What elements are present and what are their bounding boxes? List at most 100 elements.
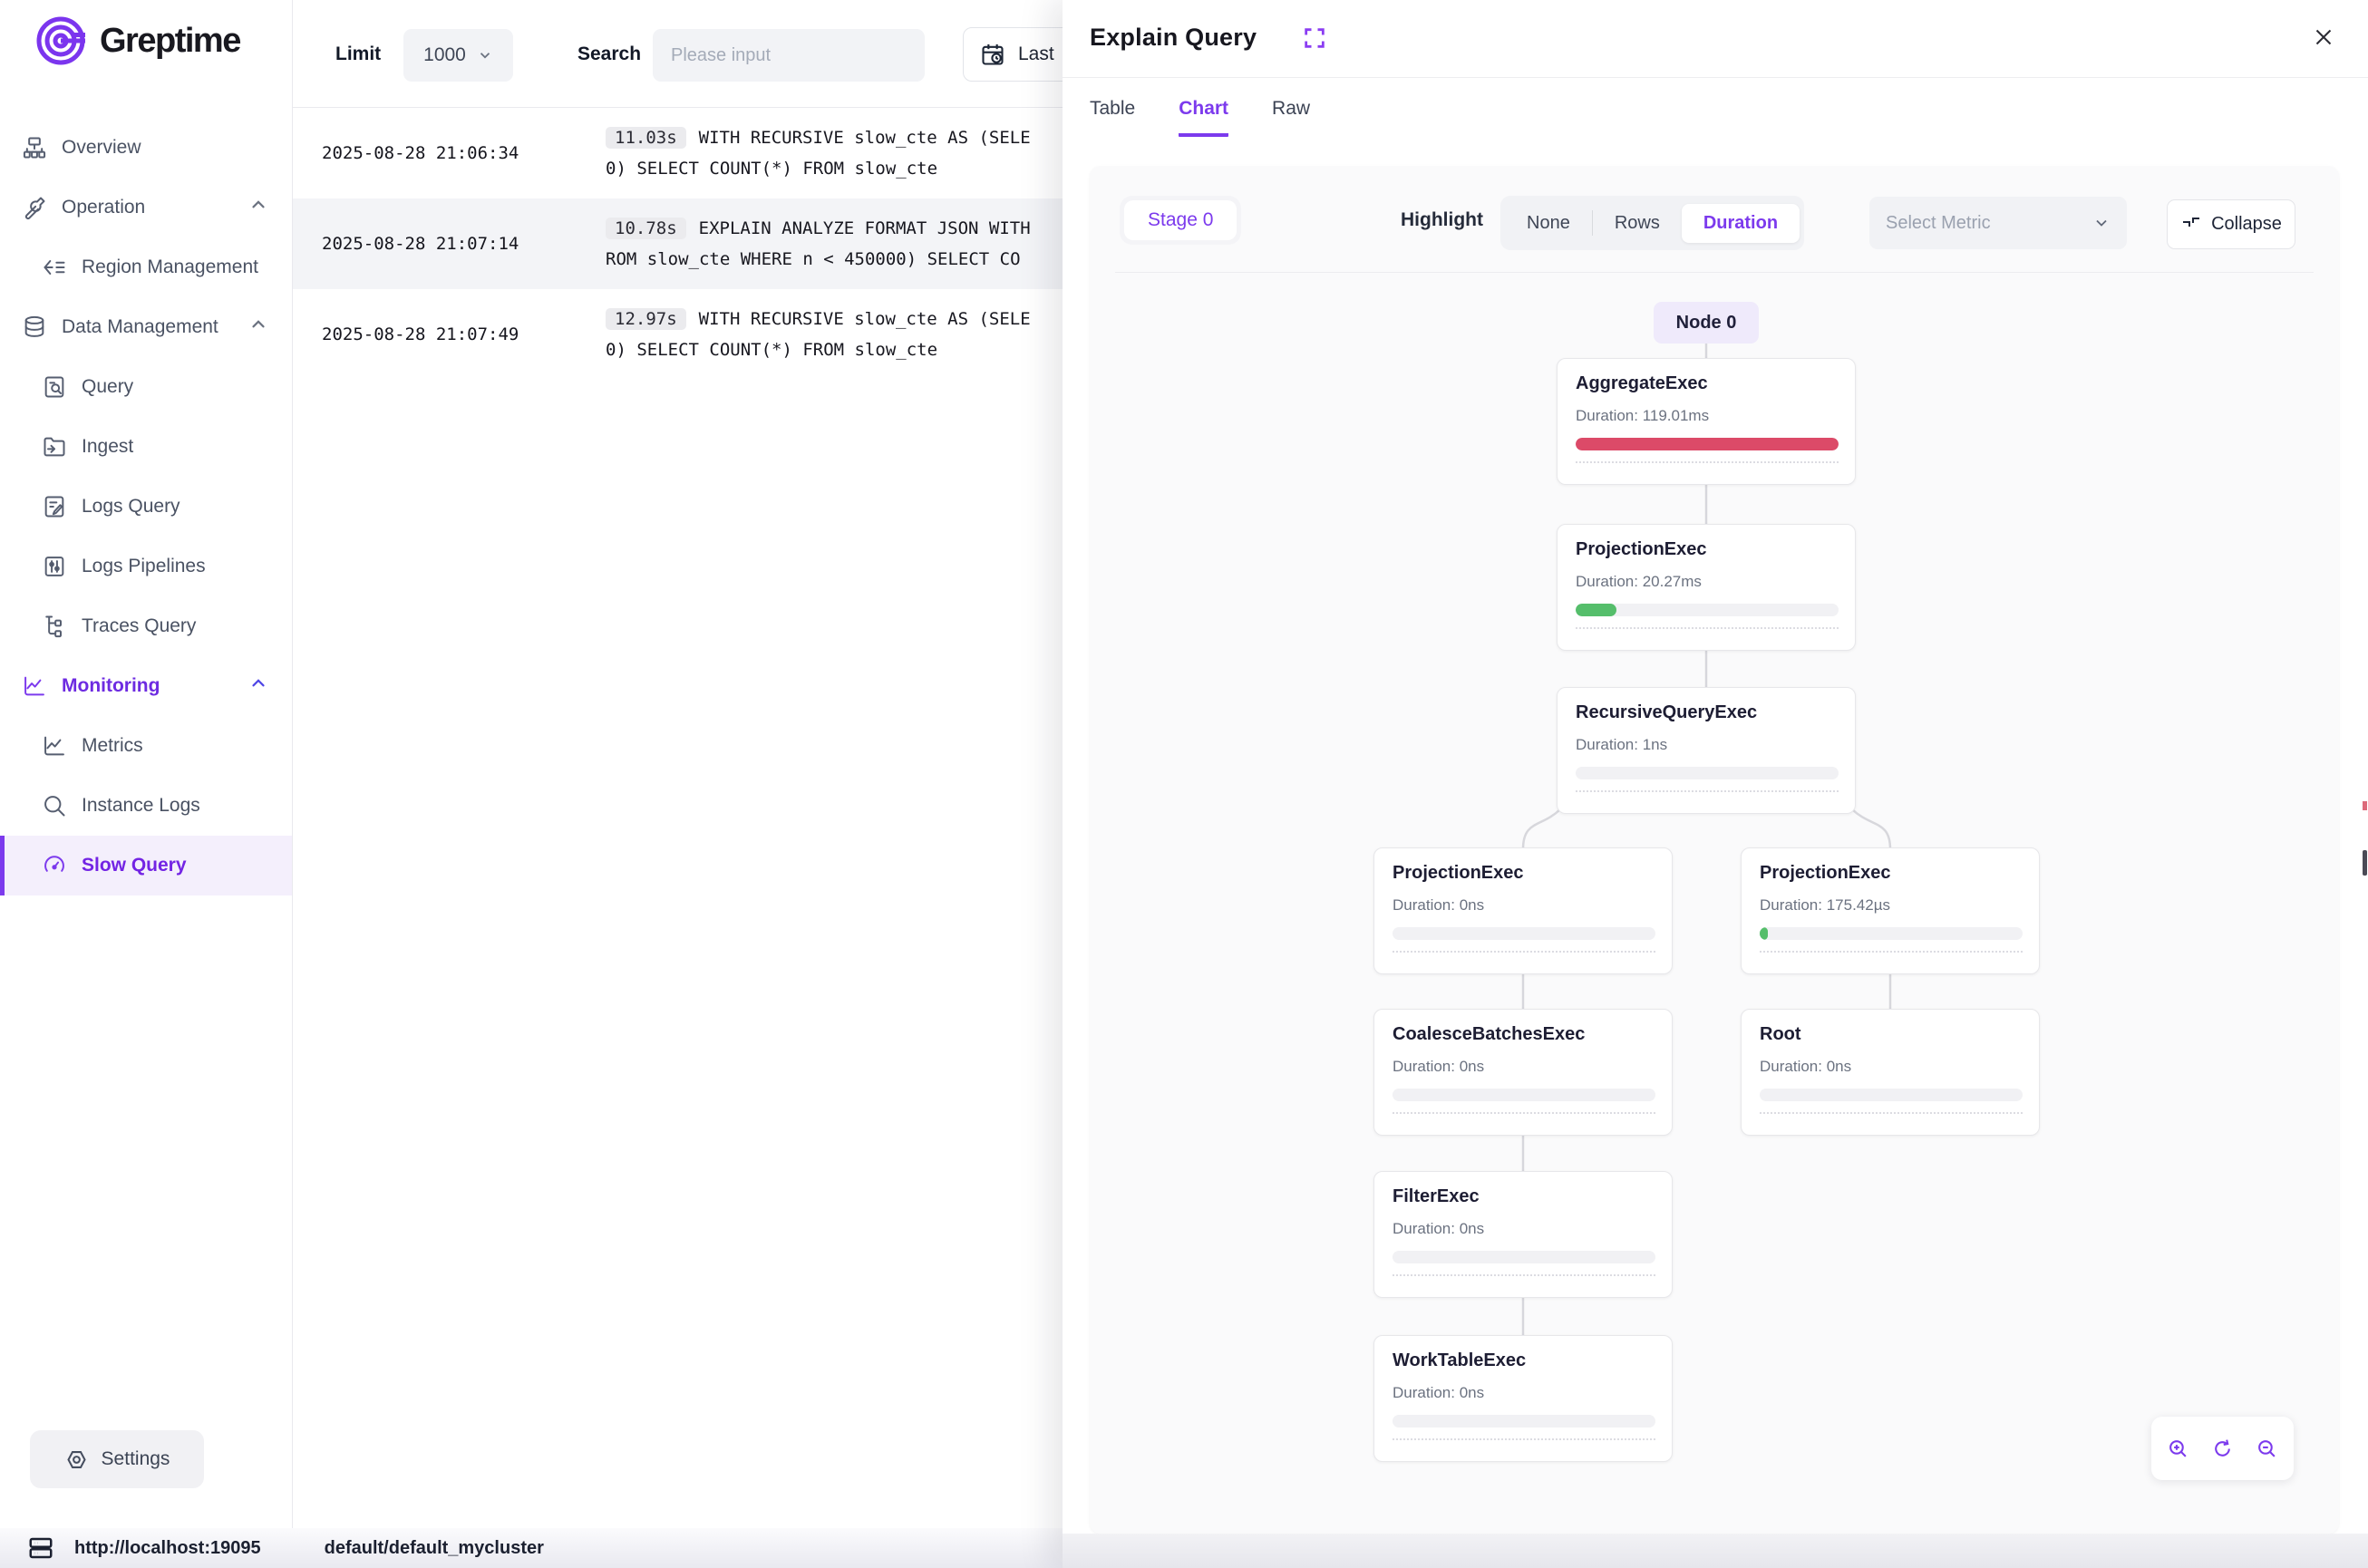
plan-node-worktableexec[interactable]: WorkTableExec Duration: 0ns bbox=[1373, 1335, 1673, 1462]
node-duration: Duration: 0ns bbox=[1393, 1384, 1484, 1402]
node-duration: Duration: 0ns bbox=[1393, 1058, 1484, 1076]
sidebar-item-query[interactable]: Query bbox=[0, 357, 292, 417]
search-input[interactable] bbox=[653, 29, 925, 82]
tab-raw[interactable]: Raw bbox=[1272, 98, 1310, 137]
plan-flow-canvas: Node 0 AggregateExec Duration: 119.01ms Pr… bbox=[1090, 166, 2339, 1534]
fullscreen-icon[interactable] bbox=[1302, 25, 1327, 55]
sidebar-item-label: Region Management bbox=[82, 256, 258, 278]
zoom-out-icon[interactable] bbox=[2256, 1437, 2278, 1460]
settings-button[interactable]: Settings bbox=[30, 1430, 204, 1488]
scrollbar-thumb[interactable] bbox=[2363, 850, 2367, 876]
sidebar-item-traces-query[interactable]: Traces Query bbox=[0, 596, 292, 656]
sidebar-item-data-management[interactable]: Data Management bbox=[0, 297, 292, 357]
sidebar-item-operation[interactable]: Operation bbox=[0, 178, 292, 237]
query-timestamp: 2025-08-28 21:07:49 bbox=[293, 324, 606, 344]
node-separator bbox=[1760, 1112, 2023, 1114]
plan-node-projectionexec[interactable]: ProjectionExec Duration: 20.27ms bbox=[1557, 524, 1856, 651]
logs-query-icon bbox=[42, 494, 67, 519]
gear-icon bbox=[64, 1447, 89, 1472]
sidebar-item-overview[interactable]: Overview bbox=[0, 118, 292, 178]
node-separator bbox=[1576, 461, 1839, 463]
sidebar-item-slow-query[interactable]: Slow Query bbox=[0, 836, 292, 895]
plan-node-filterexec[interactable]: FilterExecDuration: 0ns bbox=[1373, 1171, 1673, 1298]
calendar-clock-icon bbox=[980, 42, 1005, 67]
limit-label: Limit bbox=[335, 44, 381, 65]
sidebar-item-metrics[interactable]: Metrics bbox=[0, 716, 292, 776]
plan-node-projectionexec[interactable]: ProjectionExecDuration: 175.42µs bbox=[1741, 847, 2040, 974]
server-icon bbox=[27, 1534, 54, 1562]
duration-bar bbox=[1576, 438, 1839, 450]
plan-node-recursivequeryexec[interactable]: RecursiveQueryExecDuration: 1ns bbox=[1557, 687, 1856, 814]
sidebar-item-label: Metrics bbox=[82, 735, 143, 757]
tab-table[interactable]: Table bbox=[1090, 98, 1135, 137]
time-range-label: Last bbox=[1018, 44, 1054, 65]
node-separator bbox=[1393, 1112, 1655, 1114]
sidebar-item-label: Logs Pipelines bbox=[82, 556, 206, 577]
sidebar-item-label: Ingest bbox=[82, 436, 133, 458]
duration-bar bbox=[1393, 1089, 1655, 1101]
query-text: 12.97sWITH RECURSIVE slow_cte AS (SELE0)… bbox=[606, 304, 1031, 365]
reset-zoom-icon[interactable] bbox=[2211, 1437, 2234, 1460]
plan-node-root[interactable]: Root Duration: 0ns bbox=[1741, 1009, 2040, 1136]
sitemap-icon bbox=[22, 135, 47, 160]
sidebar-item-label: Slow Query bbox=[82, 855, 187, 876]
sidebar-item-ingest[interactable]: Ingest bbox=[0, 417, 292, 477]
greptime-logo-icon bbox=[34, 13, 91, 69]
traces-icon bbox=[42, 614, 67, 639]
query-timestamp: 2025-08-28 21:07:14 bbox=[293, 234, 606, 254]
node-separator bbox=[1393, 951, 1655, 953]
tab-chart[interactable]: Chart bbox=[1179, 98, 1228, 137]
limit-value: 1000 bbox=[423, 44, 466, 66]
limit-select[interactable]: 1000 bbox=[403, 29, 513, 82]
node-title: AggregateExec bbox=[1576, 373, 1708, 394]
database-name: default/default_mycluster bbox=[325, 1538, 544, 1559]
database-icon bbox=[22, 315, 47, 340]
duration-badge: 11.03s bbox=[606, 127, 686, 149]
chevron-up-icon bbox=[248, 315, 268, 340]
duration-badge: 10.78s bbox=[606, 218, 686, 239]
sidebar-item-logs-query[interactable]: Logs Query bbox=[0, 477, 292, 537]
drawer-header: Explain Query bbox=[1063, 0, 2368, 78]
node-title: Root bbox=[1760, 1024, 1801, 1045]
pipelines-icon bbox=[42, 554, 67, 579]
chevron-down-icon bbox=[477, 47, 493, 63]
plan-chart-card: Stage 0 Highlight NoneRowsDuration Selec… bbox=[1090, 166, 2339, 1534]
close-icon[interactable] bbox=[2310, 24, 2337, 55]
node-duration: Duration: 20.27ms bbox=[1576, 573, 1702, 591]
duration-bar bbox=[1393, 1415, 1655, 1428]
plan-node-aggregateexec[interactable]: AggregateExec Duration: 119.01ms bbox=[1557, 358, 1856, 485]
sidebar-item-logs-pipelines[interactable]: Logs Pipelines bbox=[0, 537, 292, 596]
chevron-up-icon bbox=[248, 673, 268, 699]
plan-node-projectionexec[interactable]: ProjectionExecDuration: 0ns bbox=[1373, 847, 1673, 974]
server-url: http://localhost:19095 bbox=[74, 1538, 261, 1559]
monitoring-icon bbox=[22, 673, 47, 699]
zoom-controls bbox=[2151, 1417, 2294, 1480]
query-text: 10.78sEXPLAIN ANALYZE FORMAT JSON WITHRO… bbox=[606, 213, 1031, 275]
sidebar-item-label: Logs Query bbox=[82, 496, 180, 518]
node-duration: Duration: 119.01ms bbox=[1576, 407, 1709, 425]
node-duration: Duration: 0ns bbox=[1760, 1058, 1851, 1076]
duration-bar bbox=[1576, 767, 1839, 779]
node-title: FilterExec bbox=[1393, 1186, 1480, 1207]
chevron-up-icon bbox=[248, 195, 268, 220]
query-doc-icon bbox=[42, 374, 67, 400]
sidebar-item-label: Data Management bbox=[62, 316, 218, 338]
settings-label: Settings bbox=[102, 1448, 170, 1470]
sidebar: Greptime OverviewOperationRegion Managem… bbox=[0, 0, 293, 1528]
node-0-badge: Node 0 bbox=[1654, 302, 1759, 344]
node-title: CoalesceBatchesExec bbox=[1393, 1024, 1585, 1045]
node-separator bbox=[1393, 1274, 1655, 1276]
sidebar-item-label: Traces Query bbox=[82, 615, 196, 637]
sidebar-item-label: Query bbox=[82, 376, 133, 398]
metrics-icon bbox=[42, 733, 67, 759]
node-title: WorkTableExec bbox=[1393, 1350, 1526, 1371]
sidebar-item-monitoring[interactable]: Monitoring bbox=[0, 656, 292, 716]
sidebar-item-instance-logs[interactable]: Instance Logs bbox=[0, 776, 292, 836]
node-title: ProjectionExec bbox=[1576, 539, 1707, 560]
plan-node-coalescebatchesexec[interactable]: CoalesceBatchesExec Duration: 0ns bbox=[1373, 1009, 1673, 1136]
sidebar-item-region-management[interactable]: Region Management bbox=[0, 237, 292, 297]
wrench-icon bbox=[22, 195, 47, 220]
query-text: 11.03sWITH RECURSIVE slow_cte AS (SELE0)… bbox=[606, 122, 1031, 184]
sidebar-nav: OverviewOperation Region Management Data M… bbox=[0, 118, 292, 895]
zoom-in-icon[interactable] bbox=[2167, 1437, 2189, 1460]
